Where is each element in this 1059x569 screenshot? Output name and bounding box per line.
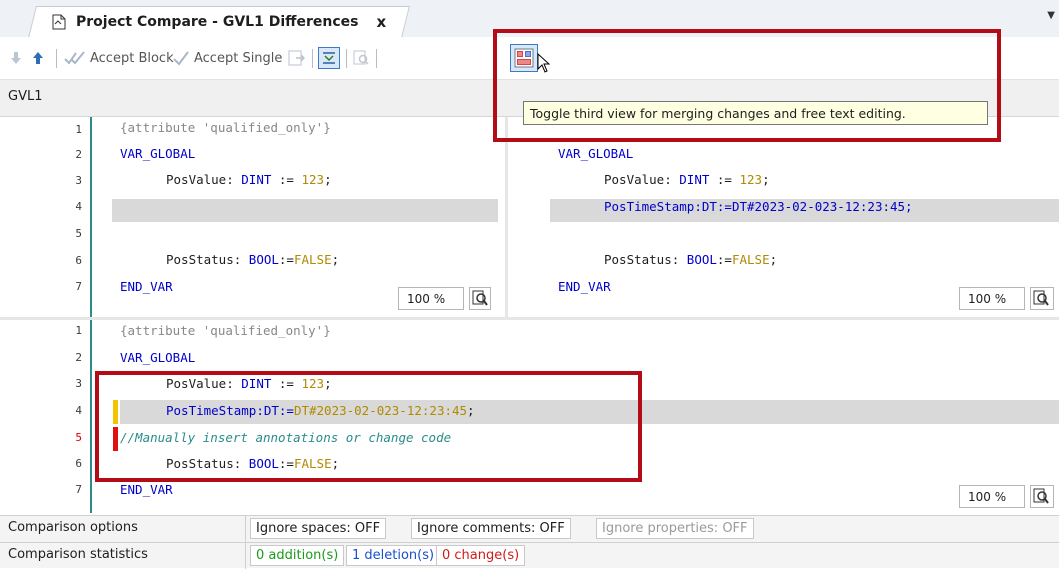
changes-count: 0 change(s) xyxy=(436,545,526,566)
code-attribute: {attribute 'qualified_only'} xyxy=(120,323,331,338)
zoom-icon[interactable] xyxy=(1030,287,1054,310)
accept-block-label: Accept Block xyxy=(90,50,174,66)
deleted-line-highlight xyxy=(112,199,498,222)
find-button[interactable] xyxy=(352,37,370,79)
status-divider xyxy=(245,543,246,569)
accept-properties-button[interactable] xyxy=(287,37,307,79)
line-number: 4 xyxy=(75,200,82,213)
compare-document-icon xyxy=(52,14,66,29)
ignore-properties-toggle[interactable]: Ignore properties: OFF xyxy=(596,518,754,539)
line-number: 5 xyxy=(75,227,82,240)
tab-project-compare[interactable]: Project Compare - GVL1 Differences x xyxy=(50,6,386,37)
comparison-options-row: Comparison options Ignore spaces: OFF Ig… xyxy=(0,515,1059,542)
gutter-line xyxy=(90,320,92,513)
synchronize-selection-button[interactable] xyxy=(318,37,340,79)
sync-icon xyxy=(318,47,340,69)
code-postimestamp: PosTimeStamp:DT:=DT#2023-02-023-12:23:45… xyxy=(604,199,913,214)
ignore-spaces-toggle[interactable]: Ignore spaces: OFF xyxy=(250,518,387,539)
document-arrow-icon xyxy=(288,50,306,66)
ignore-comments-toggle[interactable]: Ignore comments: OFF xyxy=(411,518,571,539)
toolbar-separator xyxy=(376,49,377,68)
next-difference-button[interactable] xyxy=(8,37,24,79)
line-number: 3 xyxy=(75,377,82,390)
double-check-icon xyxy=(64,51,85,65)
line-number: 7 xyxy=(75,483,82,496)
check-icon xyxy=(173,51,189,66)
toolbar-separator xyxy=(56,49,57,68)
zoom-icon[interactable] xyxy=(1030,485,1054,508)
code-posvalue: PosValue: DINT := 123; xyxy=(166,172,332,187)
comparison-statistics-row: Comparison statistics 0 addition(s) 1 de… xyxy=(0,542,1059,569)
right-code-pane[interactable]: VAR_GLOBAL PosValue: DINT := 123; PosTim… xyxy=(508,117,1059,317)
object-path: GVL1 xyxy=(8,89,43,104)
line-number: 7 xyxy=(75,280,82,293)
close-icon[interactable]: x xyxy=(376,13,386,31)
code-attribute: {attribute 'qualified_only'} xyxy=(120,120,331,135)
zoom-level[interactable]: 100 % xyxy=(398,287,464,310)
accept-single-button[interactable]: Accept Single xyxy=(172,37,282,79)
arrow-up-icon xyxy=(33,52,43,64)
arrow-down-icon xyxy=(11,52,21,64)
line-number: 4 xyxy=(75,404,82,417)
toolbar-separator xyxy=(346,49,347,68)
zoom-icon[interactable] xyxy=(469,287,491,310)
comparison-options-label: Comparison options xyxy=(8,520,138,535)
previous-difference-button[interactable] xyxy=(30,37,46,79)
chevron-down-icon[interactable]: ▼ xyxy=(1047,10,1055,21)
code-posvalue: PosValue: DINT := 123; xyxy=(604,172,770,187)
line-number: 2 xyxy=(75,351,82,364)
code-var-global: VAR_GLOBAL xyxy=(120,146,196,161)
line-number: 1 xyxy=(75,324,82,337)
line-number: 3 xyxy=(75,174,82,187)
status-divider xyxy=(245,516,246,542)
code-var-global: VAR_GLOBAL xyxy=(120,350,196,365)
magnifier-document-icon xyxy=(353,50,369,65)
comparison-statistics-label: Comparison statistics xyxy=(8,547,148,562)
line-number: 6 xyxy=(75,254,82,267)
code-posstatus: PosStatus: BOOL:=FALSE; xyxy=(166,252,340,267)
line-number: 2 xyxy=(75,148,82,161)
gutter-line xyxy=(90,117,92,317)
toolbar-separator xyxy=(312,49,313,68)
highlight-box-merge xyxy=(95,371,642,482)
code-posstatus: PosStatus: BOOL:=FALSE; xyxy=(604,252,778,267)
zoom-level[interactable]: 100 % xyxy=(959,485,1025,508)
accept-single-label: Accept Single xyxy=(194,50,283,66)
line-number: 6 xyxy=(75,457,82,470)
code-end-var: END_VAR xyxy=(120,279,173,294)
code-end-var: END_VAR xyxy=(558,279,611,294)
comparison-status-panel: Comparison options Ignore spaces: OFF Ig… xyxy=(0,515,1059,569)
line-number: 1 xyxy=(75,123,82,136)
zoom-level[interactable]: 100 % xyxy=(959,287,1025,310)
tab-title: Project Compare - GVL1 Differences xyxy=(76,13,359,30)
code-var-global: VAR_GLOBAL xyxy=(558,146,634,161)
accept-block-button[interactable]: Accept Block xyxy=(64,37,174,79)
left-code-pane[interactable]: 1 2 3 4 5 6 7 {attribute 'qualified_only… xyxy=(0,117,505,317)
line-number: 5 xyxy=(75,431,82,444)
additions-count: 0 addition(s) xyxy=(250,545,345,566)
deletions-count: 1 deletion(s) xyxy=(346,545,441,566)
highlight-box-toolbar xyxy=(493,29,1001,142)
code-end-var: END_VAR xyxy=(120,482,173,497)
